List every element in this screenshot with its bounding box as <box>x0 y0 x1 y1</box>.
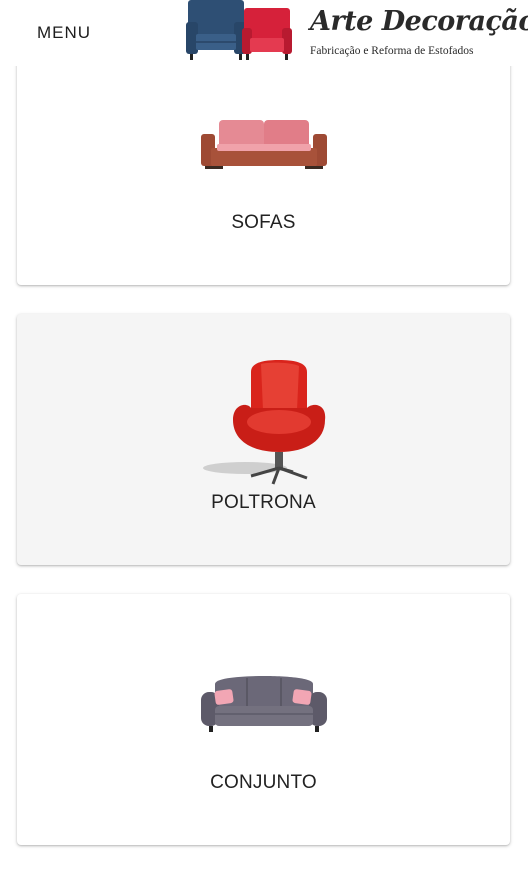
brand-subtitle: Fabricação e Reforma de Estofados <box>310 45 474 57</box>
sofa-set-icon <box>201 676 327 732</box>
armchair-icon <box>203 360 326 485</box>
category-card-poltrona[interactable]: POLTRONA <box>17 314 510 565</box>
brand-title: Arte Decoração <box>310 6 528 37</box>
sofa-icon <box>201 120 327 169</box>
category-label-conjunto: CONJUNTO <box>210 772 317 793</box>
category-card-sofas[interactable]: SOFAS <box>17 34 510 285</box>
brand-logo[interactable]: Arte Decoração Fabricação e Reforma de E… <box>186 0 528 62</box>
category-label-poltrona: POLTRONA <box>211 492 316 513</box>
two-armchairs-logo-icon <box>186 0 292 60</box>
category-card-conjunto[interactable]: CONJUNTO <box>17 594 510 845</box>
menu-button[interactable]: MENU <box>24 16 104 50</box>
app-header: MENU Arte Decoração Fabricação e Reforma… <box>0 0 528 66</box>
category-label-sofas: SOFAS <box>231 212 296 233</box>
